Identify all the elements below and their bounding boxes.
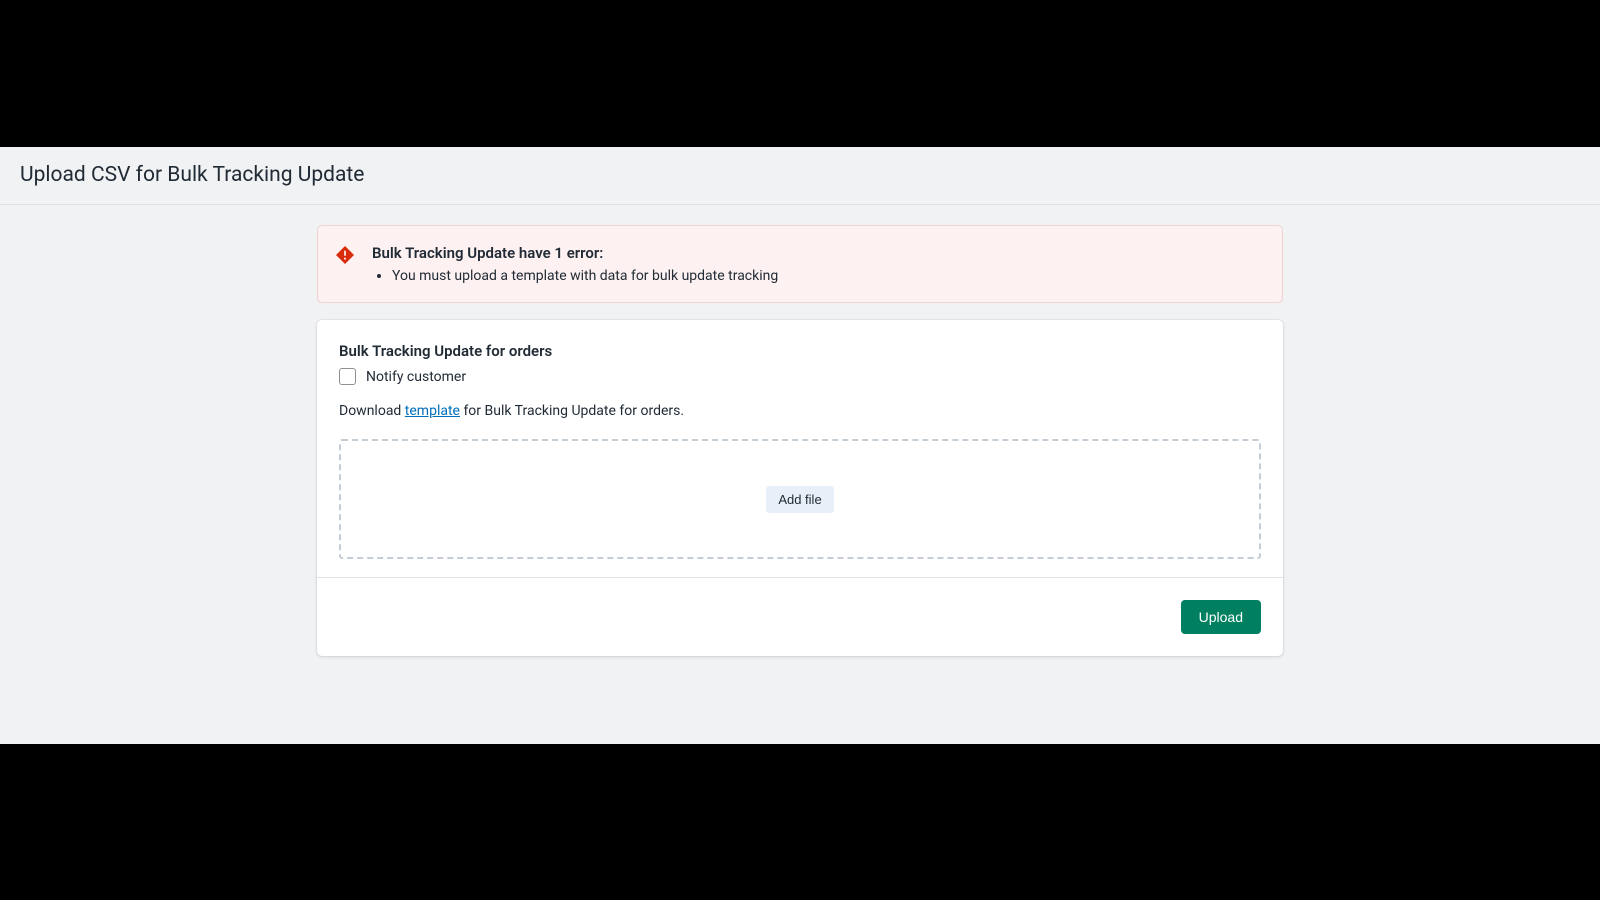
notify-customer-label: Notify customer <box>366 369 466 385</box>
error-content: Bulk Tracking Update have 1 error: You m… <box>372 244 1262 284</box>
add-file-button[interactable]: Add file <box>766 486 833 513</box>
error-list-item: You must upload a template with data for… <box>392 268 1262 284</box>
page-title: Upload CSV for Bulk Tracking Update <box>20 163 1580 187</box>
notify-customer-row: Notify customer <box>339 368 1261 385</box>
letterbox-bottom <box>0 744 1600 900</box>
letterbox-top <box>0 0 1600 147</box>
download-template-text: Download template for Bulk Tracking Upda… <box>339 403 1261 419</box>
notify-customer-checkbox[interactable] <box>339 368 356 385</box>
error-title: Bulk Tracking Update have 1 error: <box>372 244 1262 262</box>
main-container: Bulk Tracking Update have 1 error: You m… <box>317 205 1283 656</box>
page-header: Upload CSV for Bulk Tracking Update <box>0 147 1600 205</box>
upload-button[interactable]: Upload <box>1181 600 1261 634</box>
download-prefix: Download <box>339 403 405 419</box>
app-content: Upload CSV for Bulk Tracking Update Bulk… <box>0 147 1600 744</box>
file-dropzone[interactable]: Add file <box>339 439 1261 559</box>
card-divider <box>317 577 1283 578</box>
card-title: Bulk Tracking Update for orders <box>339 342 1261 360</box>
template-link[interactable]: template <box>405 403 460 419</box>
error-list: You must upload a template with data for… <box>372 268 1262 284</box>
alert-diamond-icon <box>336 246 354 264</box>
download-suffix: for Bulk Tracking Update for orders. <box>460 403 684 419</box>
upload-card: Bulk Tracking Update for orders Notify c… <box>317 320 1283 656</box>
card-footer: Upload <box>339 600 1261 634</box>
error-banner: Bulk Tracking Update have 1 error: You m… <box>317 225 1283 303</box>
